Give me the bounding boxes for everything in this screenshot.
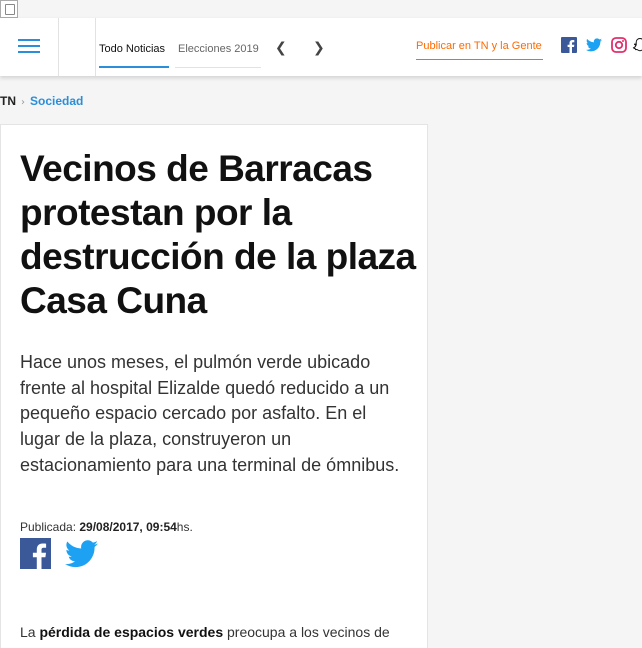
breadcrumb-section-link[interactable]: Sociedad (30, 94, 83, 108)
tab-divider (175, 67, 261, 68)
hamburger-menu-icon[interactable] (18, 39, 40, 53)
instagram-icon[interactable] (611, 37, 627, 53)
broken-image-icon (0, 0, 18, 18)
snapchat-icon[interactable] (632, 37, 642, 53)
twitter-share-icon[interactable] (65, 539, 98, 569)
article-title: Vecinos de Barracas protestan por la des… (20, 148, 416, 321)
active-tab-indicator (99, 66, 169, 68)
publish-date-label: Publicada: (20, 520, 80, 534)
publish-link-underline (416, 59, 543, 60)
article-lead: Hace unos meses, el pulmón verde ubicado… (20, 352, 400, 475)
breadcrumb-separator: › (21, 97, 25, 108)
facebook-icon[interactable] (561, 37, 577, 53)
body-rest: preocupa a los vecinos de (223, 624, 390, 640)
publish-date-suffix: hs. (176, 520, 193, 534)
facebook-share-icon[interactable] (20, 538, 51, 569)
article-body-paragraph: La pérdida de espacios verdes preocupa a… (20, 624, 420, 640)
publish-date: Publicada: 29/08/2017, 09:54hs. (20, 520, 193, 534)
body-intro: La (20, 624, 40, 640)
site-header: Todo Noticias Elecciones 2019 ❮ ❯ Public… (0, 18, 642, 76)
publish-link[interactable]: Publicar en TN y la Gente (416, 40, 542, 52)
tab-elecciones-2019[interactable]: Elecciones 2019 (178, 43, 259, 55)
twitter-icon[interactable] (586, 37, 602, 53)
chevron-left-icon[interactable]: ❮ (275, 40, 287, 56)
header-divider (95, 18, 96, 76)
breadcrumb: TN › Sociedad (0, 94, 83, 108)
publish-date-value: 29/08/2017, 09:54 (79, 520, 177, 534)
header-divider (58, 18, 59, 76)
breadcrumb-home-link[interactable]: TN (0, 94, 16, 108)
chevron-right-icon[interactable]: ❯ (313, 40, 325, 56)
body-highlight: pérdida de espacios verdes (39, 624, 224, 640)
tab-todo-noticias[interactable]: Todo Noticias (99, 43, 165, 55)
